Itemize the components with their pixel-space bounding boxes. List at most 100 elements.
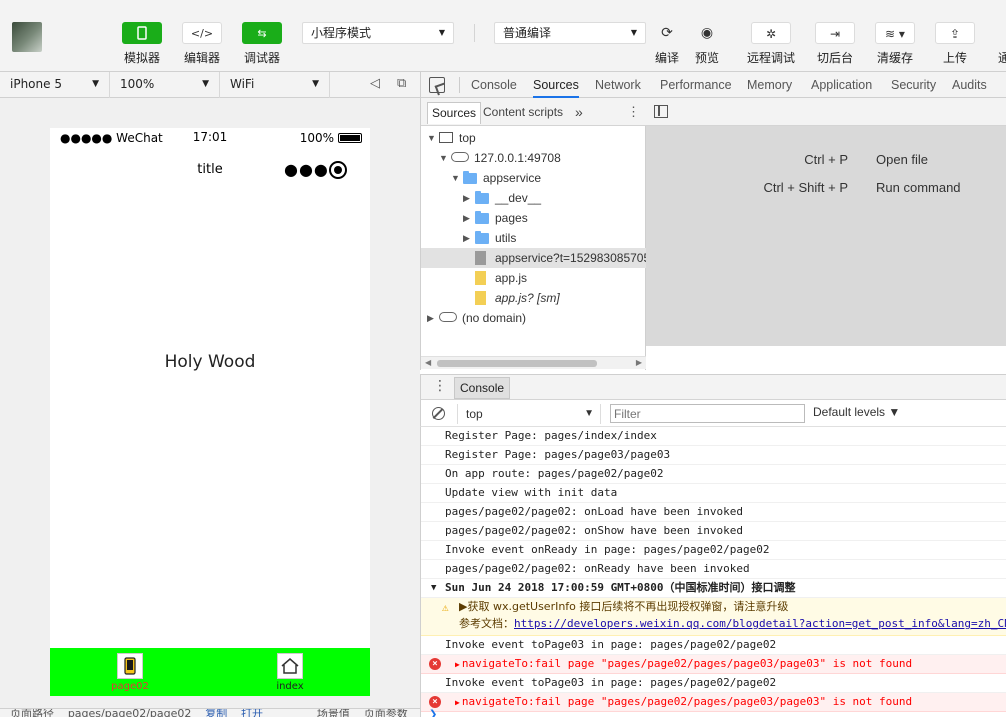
open-link[interactable]: 打开 bbox=[241, 709, 263, 717]
scroll-right-icon[interactable]: ▶ bbox=[636, 358, 642, 367]
tree-item-label: 127.0.0.1:49708 bbox=[474, 151, 561, 165]
console-prompt-icon[interactable]: ❯ bbox=[429, 709, 437, 717]
remote-debug-label: 远程调试 bbox=[746, 51, 795, 65]
phone-tab-icon bbox=[117, 653, 143, 679]
console-log-message: Invoke event toPage03 in page: pages/pag… bbox=[421, 674, 1006, 693]
tab-performance[interactable]: Performance bbox=[660, 72, 732, 98]
mode-value: 小程序模式 bbox=[311, 26, 372, 40]
tree-item[interactable]: ▼ appservice bbox=[421, 168, 646, 188]
editor-button[interactable]: </> 编辑器 bbox=[182, 22, 222, 66]
tree-item[interactable]: ▶ (no domain) bbox=[421, 308, 646, 328]
tab-memory[interactable]: Memory bbox=[747, 72, 792, 98]
collapsed-arrow-icon[interactable]: ▶ bbox=[427, 308, 434, 328]
subtab-content-scripts[interactable]: Content scripts bbox=[483, 102, 563, 124]
clear-cache-button[interactable]: ≋ ▾ 清缓存 bbox=[875, 22, 915, 66]
expand-arrow-icon[interactable]: ▶ bbox=[455, 660, 460, 669]
group-title: Sun Jun 24 2018 17:00:59 GMT+0800（中国标准时间… bbox=[445, 581, 796, 594]
doc-link[interactable]: https://developers.weixin.qq.com/blogdet… bbox=[514, 617, 1006, 630]
console-warn-message: ⚠ ▶获取 wx.getUserInfo 接口后续将不再出现授权弹窗，请注意升级参… bbox=[421, 598, 1006, 636]
console-filter-input[interactable] bbox=[610, 404, 805, 423]
inspect-element-icon[interactable] bbox=[429, 77, 448, 96]
kebab-menu-icon[interactable]: ⋮ bbox=[627, 102, 640, 124]
phone-tab-bar: page02 index bbox=[50, 648, 370, 696]
expanded-arrow-icon[interactable]: ▼ bbox=[451, 168, 460, 188]
tree-item[interactable]: ▼ 127.0.0.1:49708 bbox=[421, 148, 646, 168]
console-log-message: pages/page02/page02: onLoad have been in… bbox=[421, 503, 1006, 522]
more-tabs-icon[interactable]: » bbox=[575, 102, 583, 124]
tree-item[interactable]: ▶ pages bbox=[421, 208, 646, 228]
collapsed-arrow-icon[interactable]: ▶ bbox=[463, 188, 470, 208]
js-file-icon bbox=[475, 271, 486, 285]
clear-console-icon[interactable] bbox=[432, 407, 445, 420]
scroll-left-icon[interactable]: ◀ bbox=[425, 358, 431, 367]
tree-item[interactable]: ▶ __dev__ bbox=[421, 188, 646, 208]
chevron-down-icon: ▼ bbox=[630, 28, 637, 37]
debugger-label: 调试器 bbox=[243, 51, 280, 65]
tree-item[interactable]: app.js bbox=[421, 268, 646, 288]
tree-item[interactable]: app.js? [sm] bbox=[421, 288, 646, 308]
error-icon: × bbox=[429, 696, 441, 708]
tab-sources[interactable]: Sources bbox=[533, 72, 579, 98]
compile-select[interactable]: 普通编译 ▼ bbox=[494, 22, 646, 44]
mode-select[interactable]: 小程序模式 ▼ bbox=[302, 22, 454, 44]
editor-toolbar bbox=[646, 98, 1006, 126]
drawer-menu-icon[interactable]: ⋮ bbox=[433, 378, 447, 394]
console-log-message: Invoke event onReady in page: pages/page… bbox=[421, 541, 1006, 560]
switch-icon: ⇥ bbox=[815, 22, 855, 44]
tab-page02[interactable]: page02 bbox=[90, 653, 170, 692]
chevron-down-icon: ▼ bbox=[438, 28, 445, 37]
tree-item-label: utils bbox=[495, 231, 517, 245]
console-error-message: × ▶ navigateTo:fail page "pages/page02/pag… bbox=[421, 693, 1006, 712]
cloud-icon bbox=[451, 152, 469, 162]
expanded-arrow-icon[interactable]: ▼ bbox=[427, 128, 436, 148]
phone-nav-bar: title ●●● bbox=[50, 156, 370, 186]
more-label[interactable]: 通 bbox=[998, 49, 1006, 66]
tab-network[interactable]: Network bbox=[595, 72, 641, 98]
preview-label: 预览 bbox=[694, 51, 719, 65]
zoom-select[interactable]: 100% ▼ bbox=[110, 72, 220, 98]
simulator-button[interactable]: 模拟器 bbox=[122, 22, 162, 66]
preview-button[interactable]: ◉ 预览 bbox=[687, 22, 727, 66]
expand-arrow-icon[interactable]: ▶ bbox=[455, 698, 460, 707]
upload-button[interactable]: ⇪ 上传 bbox=[935, 22, 975, 66]
user-avatar[interactable] bbox=[12, 22, 42, 52]
tab-index[interactable]: index bbox=[250, 653, 330, 692]
debugger-button[interactable]: ⇆ 调试器 bbox=[242, 22, 282, 66]
log-levels-select[interactable]: Default levels ▼ bbox=[813, 405, 900, 419]
tab-console[interactable]: Console bbox=[471, 72, 517, 98]
battery-icon bbox=[338, 133, 362, 143]
expanded-arrow-icon[interactable]: ▼ bbox=[431, 579, 436, 597]
scrollbar-thumb[interactable] bbox=[437, 360, 597, 367]
more-dots-icon[interactable]: ●●● bbox=[284, 160, 329, 179]
expanded-arrow-icon[interactable]: ▼ bbox=[439, 148, 448, 168]
close-capsule-icon[interactable] bbox=[329, 161, 347, 179]
console-log-message: On app route: pages/page02/page02 bbox=[421, 465, 1006, 484]
detach-window-icon[interactable]: ⧉ bbox=[397, 76, 406, 91]
tab-audits[interactable]: Audits bbox=[952, 72, 987, 98]
chevron-down-icon: ▼ bbox=[584, 408, 594, 419]
volume-icon[interactable]: ◁ bbox=[370, 76, 380, 91]
console-log-message: Invoke event toPage03 in page: pages/pag… bbox=[421, 636, 1006, 655]
toggle-navigator-icon[interactable] bbox=[654, 105, 668, 118]
warning-text[interactable]: ▶获取 wx.getUserInfo 接口后续将不再出现授权弹窗，请注意升级 bbox=[459, 598, 788, 616]
subtab-sources[interactable]: Sources bbox=[427, 102, 482, 124]
console-drawer-tab[interactable]: Console bbox=[454, 377, 511, 399]
background-button[interactable]: ⇥ 切后台 bbox=[815, 22, 855, 66]
horizontal-scrollbar[interactable]: ◀ ▶ bbox=[421, 356, 646, 369]
network-select[interactable]: WiFi ▼ bbox=[220, 72, 330, 98]
file-icon bbox=[475, 251, 486, 265]
collapsed-arrow-icon[interactable]: ▶ bbox=[463, 228, 470, 248]
context-select[interactable]: top ▼ bbox=[457, 404, 601, 424]
tree-item[interactable]: ▶ utils bbox=[421, 228, 646, 248]
tab-application[interactable]: Application bbox=[811, 72, 872, 98]
device-model-select[interactable]: iPhone 5 ▼ bbox=[0, 72, 110, 98]
chevron-down-icon: ▼ bbox=[202, 79, 209, 89]
remote-debug-button[interactable]: ✲ 远程调试 bbox=[747, 22, 795, 66]
tree-item[interactable]: appservice?t=152983085705 bbox=[421, 248, 646, 268]
collapsed-arrow-icon[interactable]: ▶ bbox=[463, 208, 470, 228]
path-label: 页面路径 bbox=[10, 708, 54, 717]
copy-link[interactable]: 复制 bbox=[205, 709, 227, 717]
battery-fill bbox=[340, 135, 360, 141]
tree-item[interactable]: ▼ top bbox=[421, 128, 646, 148]
tab-security[interactable]: Security bbox=[891, 72, 936, 98]
